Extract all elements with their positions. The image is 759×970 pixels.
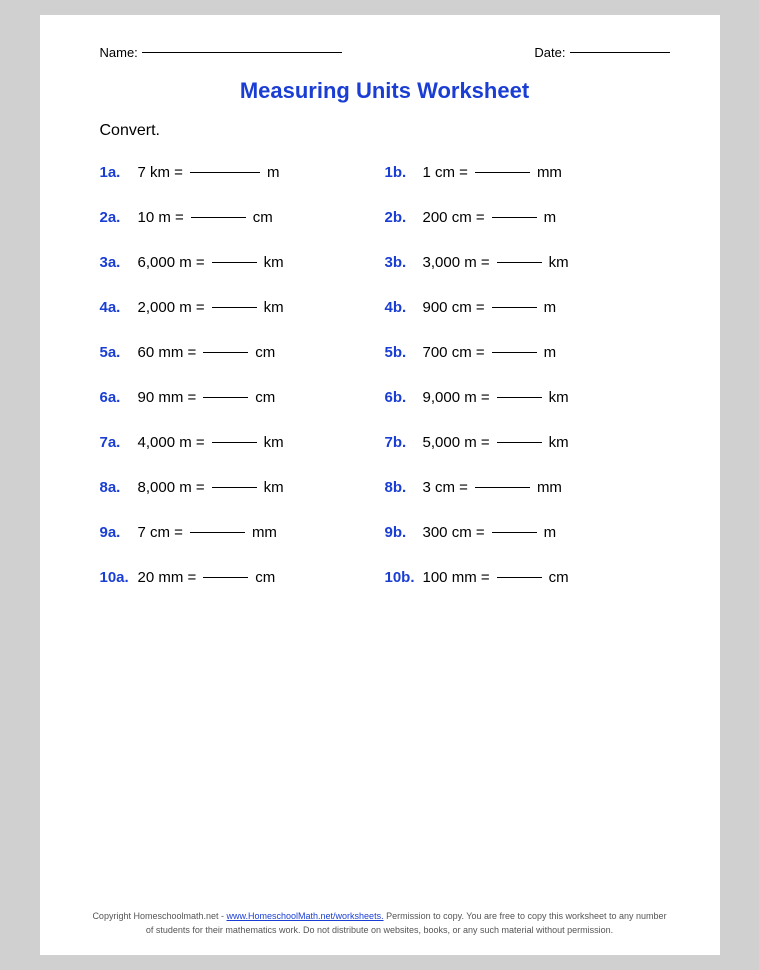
- problem-row: 3a. 6,000 m = km: [100, 240, 385, 285]
- problem-text: 700 cm = m: [423, 344, 557, 361]
- footer-text1: Copyright Homeschoolmath.net -: [92, 911, 226, 921]
- answer-blank: [497, 577, 542, 578]
- footer-link[interactable]: www.HomeschoolMath.net/worksheets.: [227, 911, 384, 921]
- problem-row: 2a. 10 m = cm: [100, 195, 385, 240]
- problem-text: 300 cm = m: [423, 524, 557, 541]
- problem-number: 7a.: [100, 434, 138, 451]
- problem-text: 900 cm = m: [423, 299, 557, 316]
- answer-blank: [497, 262, 542, 263]
- problem-text: 6,000 m = km: [138, 254, 284, 271]
- answer-blank: [190, 532, 245, 533]
- header: Name: Date:: [100, 45, 670, 60]
- problem-text: 2,000 m = km: [138, 299, 284, 316]
- problem-number: 7b.: [385, 434, 423, 451]
- date-underline: [570, 52, 670, 53]
- problem-number: 5b.: [385, 344, 423, 361]
- problem-row: 10a. 20 mm = cm: [100, 555, 385, 600]
- problem-text: 3,000 m = km: [423, 254, 569, 271]
- answer-blank: [492, 352, 537, 353]
- problem-number: 4b.: [385, 299, 423, 316]
- problem-text: 7 cm = mm: [138, 524, 277, 541]
- date-section: Date:: [534, 45, 669, 60]
- answer-blank: [475, 487, 530, 488]
- answer-blank: [475, 172, 530, 173]
- answer-blank: [212, 442, 257, 443]
- problem-row: 8a. 8,000 m = km: [100, 465, 385, 510]
- answer-blank: [497, 442, 542, 443]
- problem-text: 20 mm = cm: [138, 569, 276, 586]
- problem-text: 100 mm = cm: [423, 569, 569, 586]
- footer: Copyright Homeschoolmath.net - www.Homes…: [91, 910, 669, 937]
- problem-row: 4a. 2,000 m = km: [100, 285, 385, 330]
- answer-blank: [492, 217, 537, 218]
- answer-blank: [191, 217, 246, 218]
- problem-number: 2a.: [100, 209, 138, 226]
- problem-row: 5b. 700 cm = m: [385, 330, 670, 375]
- problem-text: 5,000 m = km: [423, 434, 569, 451]
- problem-row: 4b. 900 cm = m: [385, 285, 670, 330]
- problem-row: 1b. 1 cm = mm: [385, 150, 670, 195]
- problem-number: 4a.: [100, 299, 138, 316]
- problem-text: 60 mm = cm: [138, 344, 276, 361]
- problem-text: 4,000 m = km: [138, 434, 284, 451]
- problem-text: 1 cm = mm: [423, 164, 562, 181]
- problem-text: 8,000 m = km: [138, 479, 284, 496]
- problem-text: 90 mm = cm: [138, 389, 276, 406]
- problem-row: 1a. 7 km = m: [100, 150, 385, 195]
- problem-number: 2b.: [385, 209, 423, 226]
- answer-blank: [212, 307, 257, 308]
- problem-text: 3 cm = mm: [423, 479, 562, 496]
- problem-row: 7a. 4,000 m = km: [100, 420, 385, 465]
- convert-label: Convert.: [100, 122, 670, 140]
- problem-number: 10b.: [385, 569, 423, 586]
- problem-number: 8b.: [385, 479, 423, 496]
- problem-number: 6a.: [100, 389, 138, 406]
- problem-row: 3b. 3,000 m = km: [385, 240, 670, 285]
- name-label: Name:: [100, 45, 138, 60]
- problem-number: 10a.: [100, 569, 138, 586]
- answer-blank: [492, 532, 537, 533]
- answer-blank: [212, 487, 257, 488]
- worksheet-page: Name: Date: Measuring Units Worksheet Co…: [40, 15, 720, 955]
- problem-number: 1b.: [385, 164, 423, 181]
- problem-row: 6b. 9,000 m = km: [385, 375, 670, 420]
- problem-row: 9b. 300 cm = m: [385, 510, 670, 555]
- answer-blank: [203, 577, 248, 578]
- problem-number: 6b.: [385, 389, 423, 406]
- problem-number: 9b.: [385, 524, 423, 541]
- problem-text: 9,000 m = km: [423, 389, 569, 406]
- problem-row: 6a. 90 mm = cm: [100, 375, 385, 420]
- problem-number: 5a.: [100, 344, 138, 361]
- answer-blank: [492, 307, 537, 308]
- problem-number: 3b.: [385, 254, 423, 271]
- problem-text: 200 cm = m: [423, 209, 557, 226]
- answer-blank: [212, 262, 257, 263]
- answer-blank: [190, 172, 260, 173]
- problem-row: 9a. 7 cm = mm: [100, 510, 385, 555]
- problem-number: 1a.: [100, 164, 138, 181]
- answer-blank: [497, 397, 542, 398]
- problem-number: 8a.: [100, 479, 138, 496]
- answer-blank: [203, 397, 248, 398]
- date-label: Date:: [534, 45, 565, 60]
- problem-row: 2b. 200 cm = m: [385, 195, 670, 240]
- problem-number: 9a.: [100, 524, 138, 541]
- problems-grid: 1a. 7 km = m 1b. 1 cm = mm 2a. 10 m = cm…: [100, 150, 670, 600]
- problem-row: 7b. 5,000 m = km: [385, 420, 670, 465]
- name-section: Name:: [100, 45, 342, 60]
- name-underline: [142, 52, 342, 53]
- problem-text: 10 m = cm: [138, 209, 273, 226]
- page-title: Measuring Units Worksheet: [100, 78, 670, 104]
- problem-number: 3a.: [100, 254, 138, 271]
- problem-row: 8b. 3 cm = mm: [385, 465, 670, 510]
- problem-row: 10b. 100 mm = cm: [385, 555, 670, 600]
- problem-text: 7 km = m: [138, 164, 280, 181]
- problem-row: 5a. 60 mm = cm: [100, 330, 385, 375]
- answer-blank: [203, 352, 248, 353]
